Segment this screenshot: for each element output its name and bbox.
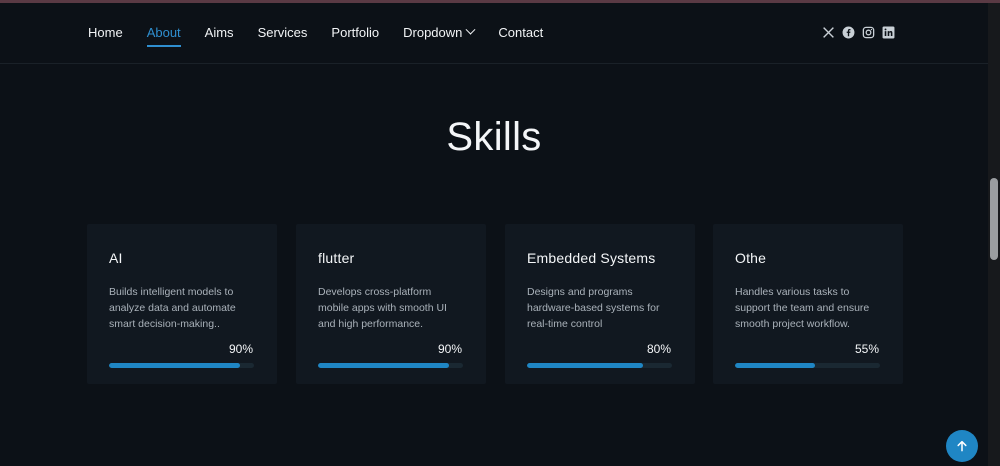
scrollbar-thumb[interactable] [990, 178, 998, 260]
nav-item-home[interactable]: Home [88, 25, 123, 40]
skill-progress-track [527, 363, 672, 368]
nav-item-label: Dropdown [403, 25, 463, 40]
skill-card: flutter Develops cross-platform mobile a… [296, 224, 486, 384]
skill-progress-track [735, 363, 880, 368]
skill-percent: 55% [854, 342, 879, 356]
nav-item-label: Services [257, 25, 308, 40]
nav-item-aims[interactable]: Aims [205, 25, 234, 40]
skill-progress-fill [109, 363, 240, 368]
x-twitter-icon[interactable] [822, 26, 835, 39]
nav-item-label: Portfolio [331, 25, 380, 40]
skill-description: Designs and programs hardware-based syst… [527, 286, 660, 330]
skill-progress-fill [527, 363, 643, 368]
skills-grid: AI Builds intelligent models to analyze … [87, 224, 903, 384]
nav-item-label: About [146, 25, 181, 40]
nav-item-services[interactable]: Services [258, 25, 308, 40]
skill-progress-track [318, 363, 463, 368]
site-header: Home About Aims Services Portfolio Dropd… [0, 3, 988, 64]
nav-item-label: Contact [498, 25, 544, 40]
skill-title: Othe [735, 250, 767, 266]
nav-item-portfolio[interactable]: Portfolio [331, 25, 379, 40]
skill-card: Othe Handles various tasks to support th… [713, 224, 903, 384]
social-links [822, 26, 895, 39]
nav-item-label: Aims [204, 25, 234, 40]
skill-title: flutter [318, 250, 355, 266]
nav-item-about[interactable]: About [146, 25, 181, 47]
nav-item-label: Home [88, 25, 123, 40]
skill-progress-fill [318, 363, 449, 368]
skill-description: Develops cross-platform mobile apps with… [318, 286, 447, 330]
skill-progress-fill [735, 363, 815, 368]
main-nav: Home About Aims Services Portfolio Dropd… [88, 24, 567, 47]
skill-card: AI Builds intelligent models to analyze … [87, 224, 277, 384]
skill-description: Handles various tasks to support the tea… [735, 286, 870, 330]
linkedin-icon[interactable] [882, 26, 895, 39]
skill-percent: 80% [646, 342, 671, 356]
back-to-top-button[interactable] [946, 430, 978, 462]
skill-title: AI [109, 250, 123, 266]
arrow-up-icon [957, 440, 967, 452]
skill-description: Builds intelligent models to analyze dat… [109, 286, 236, 330]
skill-title: Embedded Systems [527, 250, 656, 266]
skill-percent: 90% [437, 342, 462, 356]
nav-item-contact[interactable]: Contact [498, 25, 543, 40]
skill-percent: 90% [228, 342, 253, 356]
skill-card: Embedded Systems Designs and programs ha… [505, 224, 695, 384]
facebook-icon[interactable] [842, 26, 855, 39]
nav-item-dropdown[interactable]: Dropdown [403, 24, 476, 40]
chevron-down-icon [465, 24, 476, 35]
skill-progress-track [109, 363, 254, 368]
section-title: Skills [446, 115, 542, 159]
instagram-icon[interactable] [862, 26, 875, 39]
